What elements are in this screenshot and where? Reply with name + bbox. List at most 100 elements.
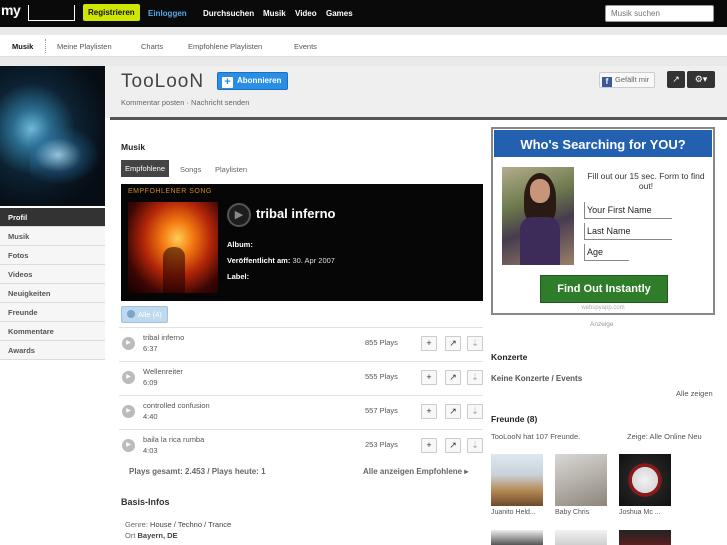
profile-action-links[interactable]: Kommentar posten · Nachricht senden <box>121 98 249 107</box>
sidebar-item-news[interactable]: Neuigkeiten <box>0 284 105 303</box>
friend-avatar[interactable] <box>555 454 607 506</box>
share-icon[interactable]: ↗ <box>445 438 461 453</box>
featured-record-label: Label: <box>227 272 249 281</box>
ad-url: webspyapp.com <box>581 305 625 311</box>
site-logo[interactable]: my <box>1 2 21 18</box>
subnav-charts[interactable]: Charts <box>141 42 163 51</box>
featured-released: Veröffentlicht am: 30. Apr 2007 <box>227 256 335 265</box>
nav-music[interactable]: Musik <box>263 9 286 18</box>
basis-genre: Genre: House / Techno / Trance <box>125 520 231 529</box>
ad-last-name-field[interactable]: Last Name <box>584 223 672 240</box>
plus-icon: + <box>222 77 233 88</box>
filter-online[interactable]: Online <box>664 432 686 441</box>
featured-title[interactable]: tribal inferno <box>256 206 335 221</box>
filter-new[interactable]: Neu <box>688 432 702 441</box>
ad-headline[interactable]: Who's Searching for YOU? <box>493 129 713 158</box>
sub-nav: Musik Meine Playlisten Charts Empfohlene… <box>0 35 727 57</box>
logo-bracket <box>28 5 75 21</box>
subnav-my-playlists[interactable]: Meine Playlisten <box>57 42 112 51</box>
login-link[interactable]: Einloggen <box>148 9 187 18</box>
sidebar-item-profile[interactable]: Profil <box>0 208 105 227</box>
friend-name[interactable]: Baby Chris <box>555 509 589 516</box>
ad-photo-body <box>520 217 560 265</box>
track-row: ▶ baila la rica rumba 4:03 253 Plays + ↗… <box>119 429 483 463</box>
friend-name[interactable]: Juanito Held... <box>491 509 536 516</box>
tab-recommended[interactable]: Empfohlene <box>121 160 170 177</box>
track-duration: 4:40 <box>143 412 158 421</box>
subnav-recommended-playlists[interactable]: Empfohlene Playlisten <box>188 42 262 51</box>
friend-avatar[interactable] <box>619 530 671 545</box>
no-concerts-text: Keine Konzerte / Events <box>491 374 583 383</box>
play-icon[interactable]: ▶ <box>122 337 135 350</box>
header-divider <box>110 117 727 120</box>
subnav-events[interactable]: Events <box>294 42 317 51</box>
settings-menu-button[interactable]: ⚙▾ <box>687 71 715 88</box>
nav-video[interactable]: Video <box>295 9 317 18</box>
tab-songs[interactable]: Songs <box>180 165 201 174</box>
friend-avatar[interactable] <box>619 454 671 506</box>
track-plays: 555 Plays <box>365 372 398 381</box>
track-name[interactable]: tribal inferno <box>143 333 184 342</box>
nav-browse[interactable]: Durchsuchen <box>203 9 254 18</box>
search-input[interactable] <box>605 5 714 22</box>
sidebar-item-comments[interactable]: Kommentare <box>0 322 105 341</box>
download-icon[interactable]: ⇣ <box>467 438 483 453</box>
add-icon[interactable]: + <box>421 404 437 419</box>
ad-submit-button[interactable]: Find Out Instantly <box>540 275 668 303</box>
sidebar-item-awards[interactable]: Awards <box>0 341 105 360</box>
track-row: ▶ controlled confusion 4:40 557 Plays + … <box>119 395 483 429</box>
add-icon[interactable]: + <box>421 370 437 385</box>
play-icon[interactable]: ▶ <box>122 405 135 418</box>
track-row: ▶ Wellenreiter 6:09 555 Plays + ↗ ⇣ <box>119 361 483 395</box>
genre-value: House / Techno / Trance <box>150 520 232 529</box>
friend-avatar[interactable] <box>555 530 607 545</box>
avatar-light <box>30 125 100 185</box>
ad-age-field[interactable]: Age <box>584 244 629 261</box>
play-icon[interactable]: ▶ <box>227 203 251 227</box>
track-plays: 855 Plays <box>365 338 398 347</box>
friend-avatar[interactable] <box>491 530 543 545</box>
friends-count: TooLooN hat 107 Freunde. <box>491 432 581 441</box>
register-button[interactable]: Registrieren <box>83 4 140 21</box>
download-icon[interactable]: ⇣ <box>467 370 483 385</box>
ad-photo[interactable] <box>502 167 574 265</box>
friend-avatar[interactable] <box>491 454 543 506</box>
play-icon[interactable]: ▶ <box>122 439 135 452</box>
location-label: Ort <box>125 531 136 540</box>
share-icon[interactable]: ↗ <box>445 370 461 385</box>
sidebar-item-videos[interactable]: Videos <box>0 265 105 284</box>
friends-filter: Zeige: Alle Online Neu <box>627 432 702 441</box>
facebook-like-button[interactable]: f Gefällt mir <box>599 72 656 88</box>
sidebar-item-photos[interactable]: Fotos <box>0 246 105 265</box>
share-icon[interactable]: ↗ <box>445 336 461 351</box>
filter-all[interactable]: Alle <box>650 432 663 441</box>
tab-playlists[interactable]: Playlisten <box>215 165 247 174</box>
album-cover[interactable] <box>128 202 218 293</box>
featured-album: Album: <box>227 240 253 249</box>
subscribe-label: Abonnieren <box>237 76 282 85</box>
track-name[interactable]: Wellenreiter <box>143 367 183 376</box>
share-icon[interactable]: ↗ <box>445 404 461 419</box>
nav-games[interactable]: Games <box>326 9 353 18</box>
track-name[interactable]: baila la rica rumba <box>143 435 204 444</box>
play-icon[interactable]: ▶ <box>122 371 135 384</box>
add-icon[interactable]: + <box>421 336 437 351</box>
ad-first-name-field[interactable]: Your First Name <box>584 202 672 219</box>
track-row: ▶ tribal inferno 6:37 855 Plays + ↗ ⇣ <box>119 327 483 361</box>
show-all-recommended-link[interactable]: Alle anzeigen Empfohlene ▸ <box>363 467 468 476</box>
track-name[interactable]: controlled confusion <box>143 401 210 410</box>
subnav-divider <box>45 39 46 53</box>
subscribe-button[interactable]: + Abonnieren <box>217 72 289 90</box>
download-icon[interactable]: ⇣ <box>467 336 483 351</box>
show-all-concerts-link[interactable]: Alle zeigen <box>676 389 713 398</box>
friend-name[interactable]: Joshua Mc ... <box>619 509 661 516</box>
subnav-music[interactable]: Musik <box>12 42 33 51</box>
play-all-button[interactable]: Alle (4) <box>121 306 168 323</box>
share-button[interactable]: ↗ <box>667 71 685 88</box>
advertisement[interactable]: Who's Searching for YOU? Fill out our 15… <box>491 127 715 315</box>
ad-text: Fill out our 15 sec. Form to find out! <box>587 171 705 191</box>
sidebar-item-friends[interactable]: Freunde <box>0 303 105 322</box>
sidebar-item-music[interactable]: Musik <box>0 227 105 246</box>
add-icon[interactable]: + <box>421 438 437 453</box>
download-icon[interactable]: ⇣ <box>467 404 483 419</box>
